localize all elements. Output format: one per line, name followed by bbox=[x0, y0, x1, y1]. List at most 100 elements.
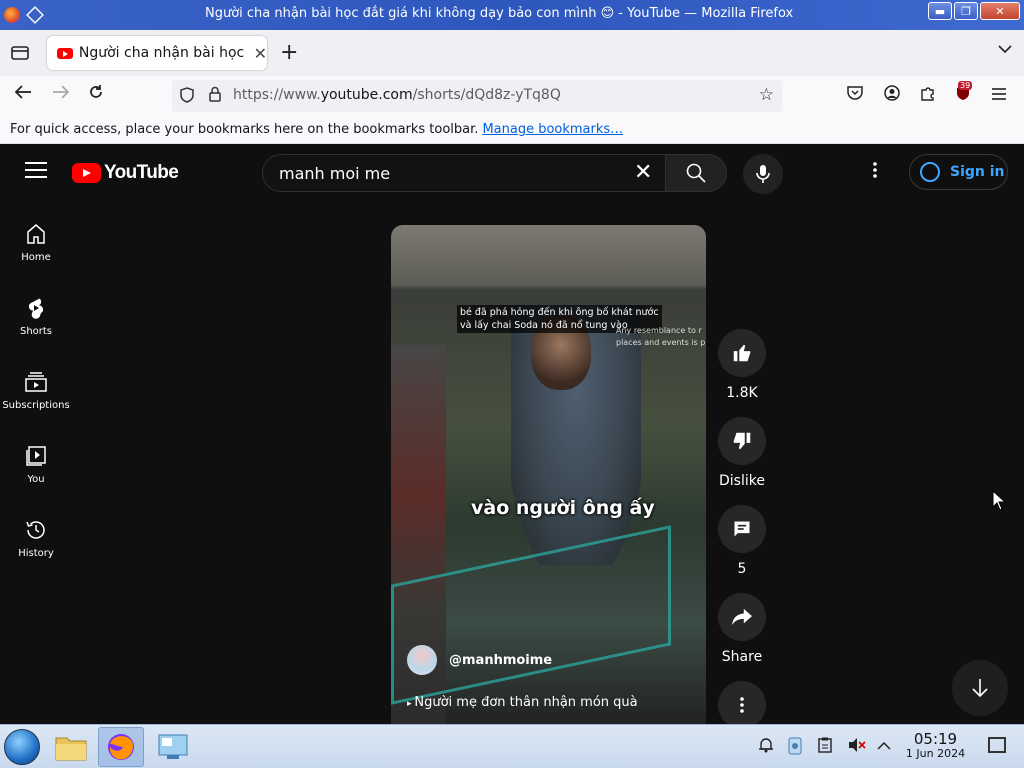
forward-arrow-icon bbox=[53, 85, 70, 99]
channel-avatar[interactable] bbox=[407, 645, 437, 675]
tab-close-icon[interactable]: ✕ bbox=[254, 44, 267, 63]
account-icon bbox=[884, 85, 900, 101]
pocket-button[interactable] bbox=[847, 85, 863, 104]
sign-in-label: Sign in bbox=[950, 164, 1005, 180]
home-icon bbox=[27, 224, 45, 244]
start-button[interactable] bbox=[4, 729, 40, 765]
disclaimer-line-2: places and events is p bbox=[616, 338, 706, 347]
comment-count: 5 bbox=[737, 561, 747, 577]
youtube-masthead: YouTube manh moi me ✕ Sign in bbox=[0, 145, 1024, 201]
chevron-down-icon bbox=[998, 45, 1012, 54]
dislike-action: Dislike bbox=[718, 417, 766, 489]
next-short-button[interactable] bbox=[952, 660, 1008, 716]
firefox-app-icon[interactable] bbox=[4, 7, 20, 23]
minimize-button[interactable]: ▬ bbox=[928, 2, 952, 20]
list-all-tabs-button[interactable] bbox=[998, 42, 1012, 58]
taskbar-firefox[interactable] bbox=[98, 727, 144, 767]
guide-menu-button[interactable] bbox=[25, 162, 47, 183]
monitor-app-icon bbox=[158, 734, 188, 759]
puzzle-icon bbox=[921, 87, 934, 101]
video-disclaimer-overlay: Any resemblance to r places and events i… bbox=[616, 325, 705, 349]
window-title-bar: Người cha nhận bài học đắt giá khi không… bbox=[0, 0, 1024, 30]
like-count: 1.8K bbox=[726, 385, 758, 401]
show-desktop-button[interactable] bbox=[988, 737, 1006, 753]
tab-active[interactable]: Người cha nhận bài học đ ✕ bbox=[47, 36, 267, 70]
nav-item-home[interactable]: Home bbox=[0, 222, 72, 263]
share-label: Share bbox=[721, 649, 763, 665]
sign-in-button[interactable]: Sign in bbox=[909, 154, 1008, 190]
like-button[interactable] bbox=[718, 329, 766, 377]
update-tray-icon[interactable] bbox=[787, 737, 803, 759]
taskbar-file-manager[interactable] bbox=[48, 727, 94, 767]
volume-muted-icon[interactable] bbox=[848, 737, 866, 757]
url-text[interactable]: https://www.youtube.com/shorts/dQd8z-yTq… bbox=[233, 87, 561, 103]
navigation-toolbar: https://www.youtube.com/shorts/dQd8z-yTq… bbox=[0, 76, 1024, 116]
youtube-favicon-icon bbox=[57, 47, 73, 59]
clear-search-icon[interactable]: ✕ bbox=[634, 160, 652, 185]
channel-handle[interactable]: @manhmoime bbox=[449, 653, 552, 668]
bookmarks-toolbar: For quick access, place your bookmarks h… bbox=[0, 116, 1024, 144]
chevron-up-icon[interactable] bbox=[877, 737, 891, 755]
bookmark-star-icon[interactable]: ☆ bbox=[759, 85, 774, 105]
nav-item-history[interactable]: History bbox=[0, 518, 72, 559]
disclaimer-line-1: Any resemblance to r bbox=[616, 326, 702, 335]
share-button[interactable] bbox=[718, 593, 766, 641]
video-description[interactable]: Người mẹ đơn thân nhận món quà bbox=[407, 695, 637, 710]
share-icon bbox=[732, 608, 752, 626]
nav-item-label: Home bbox=[21, 252, 51, 263]
search-icon bbox=[686, 163, 706, 183]
forward-button[interactable] bbox=[52, 84, 70, 105]
dislike-button[interactable] bbox=[718, 417, 766, 465]
reload-icon bbox=[90, 85, 102, 98]
search-input[interactable]: manh moi me bbox=[262, 154, 666, 192]
youtube-logo[interactable]: YouTube bbox=[72, 162, 179, 184]
nav-item-label: You bbox=[27, 474, 45, 485]
thumbs-down-icon bbox=[733, 432, 751, 450]
account-button[interactable] bbox=[884, 85, 900, 105]
close-window-button[interactable]: ✕ bbox=[980, 2, 1020, 20]
maximize-button[interactable]: ❐ bbox=[954, 2, 978, 20]
lock-icon[interactable] bbox=[208, 86, 222, 106]
history-icon bbox=[26, 521, 45, 539]
settings-more-button[interactable] bbox=[872, 160, 878, 184]
like-action: 1.8K bbox=[718, 329, 766, 401]
folder-icon bbox=[55, 737, 87, 761]
pocket-icon bbox=[847, 86, 863, 100]
window-title: Người cha nhận bài học đắt giá khi không… bbox=[205, 6, 794, 21]
tracking-protection-shield-icon[interactable] bbox=[180, 87, 194, 107]
youtube-logo-text: YouTube bbox=[104, 162, 179, 183]
extensions-button[interactable] bbox=[920, 85, 936, 105]
more-options-button[interactable] bbox=[718, 681, 766, 729]
voice-search-button[interactable] bbox=[743, 154, 783, 194]
extension-badge-count: 39 bbox=[958, 81, 973, 90]
app-menu-button[interactable] bbox=[992, 85, 1006, 104]
new-tab-button[interactable]: + bbox=[280, 40, 298, 65]
tab-list-button[interactable] bbox=[0, 33, 40, 73]
manage-bookmarks-link[interactable]: Manage bookmarks… bbox=[482, 122, 623, 137]
clock-time: 05:19 bbox=[913, 730, 958, 748]
nav-item-you[interactable]: You bbox=[0, 444, 72, 485]
channel-link[interactable]: @manhmoime bbox=[407, 645, 552, 675]
nav-item-label: History bbox=[18, 548, 54, 559]
reload-button[interactable] bbox=[88, 84, 104, 105]
subscriptions-icon bbox=[25, 372, 47, 392]
back-button[interactable] bbox=[14, 84, 32, 105]
hamburger-menu-icon bbox=[992, 88, 1006, 100]
notification-bell-icon[interactable] bbox=[758, 737, 774, 757]
comments-action: 5 bbox=[718, 505, 766, 577]
shorts-video-player[interactable]: bé đã phá hỏng đến khi ông bố khát nước … bbox=[391, 225, 706, 725]
subtitle-line-1: bé đã phá hỏng đến khi ông bố khát nước bbox=[460, 307, 659, 318]
microphone-icon bbox=[756, 165, 770, 183]
you-icon bbox=[26, 446, 46, 466]
comments-button[interactable] bbox=[718, 505, 766, 553]
firefox-view-icon bbox=[11, 46, 29, 60]
clipboard-tray-icon[interactable] bbox=[818, 737, 832, 757]
search-button[interactable] bbox=[665, 154, 727, 192]
nav-item-subscriptions[interactable]: Subscriptions bbox=[0, 370, 72, 411]
taskbar-clock[interactable]: 05:19 1 Jun 2024 bbox=[898, 731, 973, 760]
nav-item-shorts[interactable]: Shorts bbox=[0, 296, 72, 337]
comment-icon bbox=[734, 521, 750, 537]
taskbar-system-app[interactable] bbox=[150, 727, 196, 767]
address-bar[interactable]: https://www.youtube.com/shorts/dQd8z-yTq… bbox=[172, 80, 782, 112]
pin-icon[interactable] bbox=[26, 6, 44, 24]
